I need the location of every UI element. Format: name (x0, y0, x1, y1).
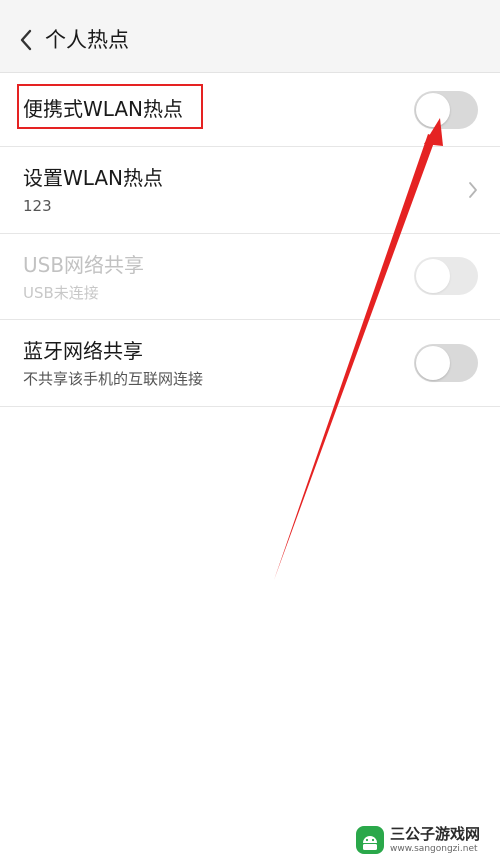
bluetooth-tethering-toggle[interactable] (414, 344, 478, 382)
toggle-knob (416, 259, 450, 293)
usb-tethering-toggle (414, 257, 478, 295)
setting-row-configure-wlan-hotspot[interactable]: 设置WLAN热点 123 (0, 147, 500, 234)
portable-wlan-hotspot-toggle[interactable] (414, 91, 478, 129)
toggle-knob (416, 346, 450, 380)
setting-row-usb-tethering: USB网络共享 USB未连接 (0, 234, 500, 320)
android-logo-icon (356, 826, 384, 854)
toggle-knob (416, 93, 450, 127)
setting-title: 设置WLAN热点 (23, 166, 164, 190)
setting-subtitle: 不共享该手机的互联网连接 (23, 370, 204, 388)
watermark: 三公子游戏网 www.sangongzi.net (356, 822, 496, 858)
page-title: 个人热点 (45, 28, 129, 52)
chevron-right-icon (469, 182, 477, 198)
setting-title: 便携式WLAN热点 (23, 97, 184, 121)
setting-subtitle: 123 (23, 197, 52, 215)
watermark-url: www.sangongzi.net (390, 844, 478, 854)
top-bar: 个人热点 (0, 0, 500, 73)
chevron-left-icon[interactable] (16, 27, 38, 53)
setting-title: USB网络共享 (23, 253, 145, 277)
setting-row-bluetooth-tethering[interactable]: 蓝牙网络共享 不共享该手机的互联网连接 (0, 320, 500, 407)
setting-title: 蓝牙网络共享 (23, 339, 143, 363)
setting-row-portable-wlan-hotspot[interactable]: 便携式WLAN热点 (0, 74, 500, 147)
setting-subtitle: USB未连接 (23, 284, 99, 302)
watermark-name: 三公子游戏网 (390, 825, 481, 843)
